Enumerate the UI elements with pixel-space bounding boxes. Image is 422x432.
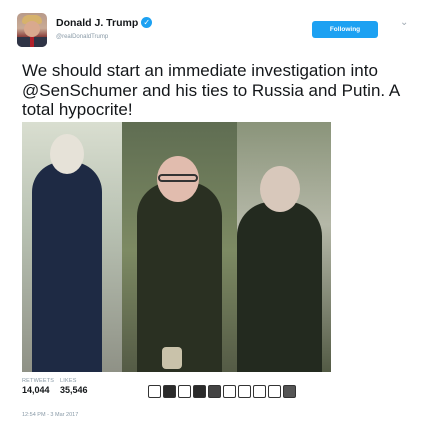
avatar-icon[interactable] — [163, 385, 176, 398]
avatar-icon[interactable] — [148, 385, 161, 398]
photo-person-left — [32, 162, 102, 372]
author-names: Donald J. Trump ✓ @realDonaldTrump — [56, 14, 153, 40]
avatar-icon[interactable] — [283, 385, 296, 398]
avatar-icon[interactable] — [223, 385, 236, 398]
photo-person-center — [137, 182, 222, 372]
author-display-name[interactable]: Donald J. Trump — [56, 17, 138, 29]
retweets-count: 14,044 — [22, 385, 50, 395]
photo-person-right-head — [260, 166, 300, 212]
avatar-icon[interactable] — [178, 385, 191, 398]
avatar-icon[interactable] — [268, 385, 281, 398]
avatar-tie — [30, 37, 34, 47]
avatar-icon[interactable] — [253, 385, 266, 398]
tweet-timestamp[interactable]: 12:54 PM - 3 Mar 2017 — [22, 412, 78, 418]
verified-badge-icon: ✓ — [141, 17, 153, 29]
tweet-text: We should start an immediate investigati… — [22, 61, 400, 119]
likes-label: LIKES — [60, 378, 77, 384]
author-avatar[interactable] — [17, 13, 47, 47]
photo-person-right — [237, 202, 322, 372]
avatar-icon[interactable] — [208, 385, 221, 398]
photo-person-left-head — [50, 134, 84, 174]
likes-stat[interactable]: LIKES 35,546 — [60, 378, 88, 395]
tweet-photo[interactable] — [22, 122, 331, 372]
following-button[interactable]: Following — [312, 21, 378, 38]
likes-count: 35,546 — [60, 385, 88, 395]
tweet-card: Donald J. Trump ✓ @realDonaldTrump Follow… — [0, 0, 422, 432]
author-handle[interactable]: @realDonaldTrump — [56, 34, 152, 40]
avatar-face — [24, 21, 40, 37]
retweets-stat[interactable]: RETWEETS 14,044 — [22, 378, 54, 395]
retweets-label: RETWEETS — [22, 378, 55, 384]
avatar-icon[interactable] — [238, 385, 251, 398]
photo-cup — [162, 347, 182, 369]
chevron-down-icon[interactable]: ⌄ — [400, 17, 408, 28]
avatar-icon[interactable] — [193, 385, 206, 398]
photo-glasses — [158, 174, 198, 182]
